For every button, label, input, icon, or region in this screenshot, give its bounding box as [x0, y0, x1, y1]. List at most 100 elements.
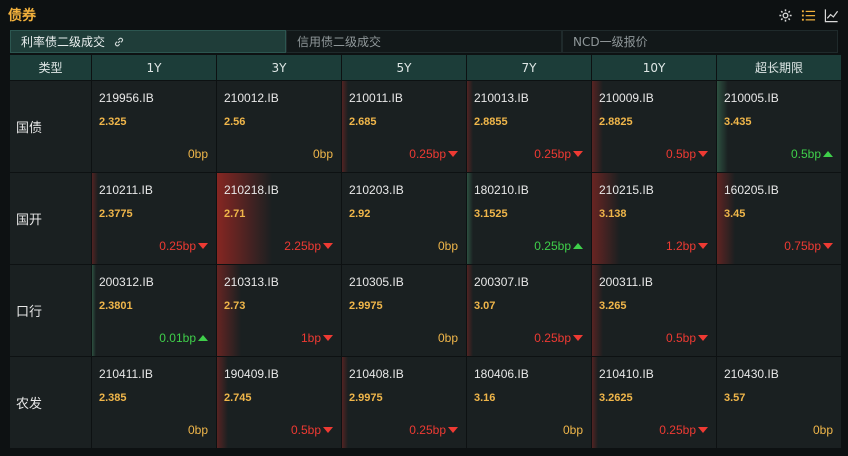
- yield-change-value: 0bp: [437, 239, 458, 253]
- bond-cell[interactable]: 210410.IB 3.2625 0.25bp: [592, 357, 716, 448]
- bond-cell[interactable]: 210411.IB 2.385 0bp: [92, 357, 216, 448]
- gear-icon[interactable]: [777, 7, 794, 23]
- yield-change: 0bp: [813, 423, 833, 437]
- bond-cell[interactable]: 210211.IB 2.3775 0.25bp: [92, 173, 216, 264]
- bond-code: 210408.IB: [349, 367, 404, 381]
- yield-change: 0.25bp: [534, 331, 583, 345]
- bond-cell[interactable]: 210011.IB 2.685 0.25bp: [342, 81, 466, 172]
- arrow-down-icon: [698, 151, 708, 157]
- column-header-tenor: 超长期限: [717, 55, 841, 80]
- arrow-down-icon: [698, 427, 708, 433]
- tab-label: 信用债二级成交: [297, 35, 382, 49]
- panel-title: 债券: [8, 8, 36, 24]
- change-heat-bar: [92, 265, 96, 356]
- bond-code: 210430.IB: [724, 367, 779, 381]
- bond-cell[interactable]: 210430.IB 3.57 0bp: [717, 357, 841, 448]
- bond-cell[interactable]: 190409.IB 2.745 0.5bp: [217, 357, 341, 448]
- bond-code: 210218.IB: [224, 183, 279, 197]
- bond-cell[interactable]: 160205.IB 3.45 0.75bp: [717, 173, 841, 264]
- bond-yield: 2.685: [349, 116, 377, 128]
- yield-change-value: 0.25bp: [534, 331, 571, 345]
- bond-yield: 3.435: [724, 116, 752, 128]
- bond-cell[interactable]: 210013.IB 2.8855 0.25bp: [467, 81, 591, 172]
- bond-yield: 3.265: [599, 300, 627, 312]
- yield-change: 0bp: [313, 147, 333, 161]
- bond-code: 200307.IB: [474, 275, 529, 289]
- bond-cell[interactable]: 210203.IB 2.92 0bp: [342, 173, 466, 264]
- arrow-down-icon: [823, 243, 833, 249]
- tab-label: NCD一级报价: [573, 35, 648, 49]
- line-chart-icon[interactable]: [823, 7, 840, 23]
- panel-header: 债券: [0, 0, 848, 30]
- link-icon[interactable]: [113, 36, 125, 48]
- bond-code: 180406.IB: [474, 367, 529, 381]
- list-icon[interactable]: [800, 7, 817, 23]
- bond-yield: 3.07: [474, 300, 496, 312]
- tab-label: 利率债二级成交: [21, 35, 106, 49]
- bond-yield: 2.8825: [599, 116, 633, 128]
- bond-code: 210410.IB: [599, 367, 654, 381]
- yield-change: 0.01bp: [159, 331, 208, 345]
- yield-change: 0bp: [188, 147, 208, 161]
- bond-code: 160205.IB: [724, 183, 779, 197]
- tab-credit-bond-secondary[interactable]: 信用债二级成交: [286, 30, 562, 53]
- yield-change: 0.25bp: [159, 239, 208, 253]
- yield-change-value: 1.2bp: [665, 239, 696, 253]
- arrow-down-icon: [323, 335, 333, 341]
- change-heat-bar: [342, 357, 348, 448]
- bond-yield: 2.3801: [99, 300, 133, 312]
- yield-change-value: 0.25bp: [534, 147, 571, 161]
- bond-cell[interactable]: 180406.IB 3.16 0bp: [467, 357, 591, 448]
- bond-yield: 2.73: [224, 300, 246, 312]
- yield-change-value: 0bp: [312, 147, 333, 161]
- bond-code: 210013.IB: [474, 91, 529, 105]
- tab-ncd-primary-quote[interactable]: NCD一级报价: [562, 30, 838, 53]
- bond-cell[interactable]: 210009.IB 2.8825 0.5bp: [592, 81, 716, 172]
- bond-cell[interactable]: 210305.IB 2.9975 0bp: [342, 265, 466, 356]
- yield-change-value: 0.75bp: [784, 239, 821, 253]
- bond-code: 210313.IB: [224, 275, 279, 289]
- yield-change-value: 1bp: [300, 331, 321, 345]
- row-header: 国债: [10, 81, 91, 172]
- yield-change-value: 0.25bp: [534, 239, 571, 253]
- bond-cell[interactable]: 210313.IB 2.73 1bp: [217, 265, 341, 356]
- yield-change-value: 0.25bp: [159, 239, 196, 253]
- bond-code: 210009.IB: [599, 91, 654, 105]
- column-header-tenor: 10Y: [592, 55, 716, 80]
- bond-cell[interactable]: 219956.IB 2.325 0bp: [92, 81, 216, 172]
- change-heat-bar: [467, 265, 473, 356]
- arrow-down-icon: [573, 151, 583, 157]
- bond-code: 190409.IB: [224, 367, 279, 381]
- yield-change: 0.25bp: [534, 239, 583, 253]
- bond-cell[interactable]: 210408.IB 2.9975 0.25bp: [342, 357, 466, 448]
- bond-cell[interactable]: 200307.IB 3.07 0.25bp: [467, 265, 591, 356]
- bond-yield: 2.385: [99, 392, 127, 404]
- yield-change-value: 0bp: [562, 423, 583, 437]
- yield-change: 0.25bp: [659, 423, 708, 437]
- bond-cell[interactable]: 200311.IB 3.265 0.5bp: [592, 265, 716, 356]
- arrow-up-icon: [573, 243, 583, 249]
- bond-cell[interactable]: 210005.IB 3.435 0.5bp: [717, 81, 841, 172]
- arrow-down-icon: [698, 243, 708, 249]
- column-header-tenor: 5Y: [342, 55, 466, 80]
- bond-cell[interactable]: 210215.IB 3.138 1.2bp: [592, 173, 716, 264]
- bond-code: 210305.IB: [349, 275, 404, 289]
- change-heat-bar: [592, 357, 598, 448]
- yield-change: 0.5bp: [291, 423, 333, 437]
- yield-change: 2.25bp: [284, 239, 333, 253]
- arrow-down-icon: [198, 243, 208, 249]
- arrow-up-icon: [823, 151, 833, 157]
- bond-cell[interactable]: 180210.IB 3.1525 0.25bp: [467, 173, 591, 264]
- yield-change: 0.25bp: [409, 147, 458, 161]
- tab-rate-bond-secondary[interactable]: 利率债二级成交: [10, 30, 286, 53]
- change-heat-bar: [342, 81, 348, 172]
- arrow-down-icon: [448, 151, 458, 157]
- empty-cell: [717, 265, 841, 356]
- bond-matrix-table: 类型 1Y 3Y 5Y 7Y 10Y 超长期限 国债 219956.IB 2.325 0bp 2100…: [10, 55, 841, 449]
- yield-change-value: 0bp: [187, 423, 208, 437]
- bond-yield: 2.3775: [99, 208, 133, 220]
- bond-cell[interactable]: 210012.IB 2.56 0bp: [217, 81, 341, 172]
- bond-cell[interactable]: 200312.IB 2.3801 0.01bp: [92, 265, 216, 356]
- bond-cell[interactable]: 210218.IB 2.71 2.25bp: [217, 173, 341, 264]
- bond-yield: 3.1525: [474, 208, 508, 220]
